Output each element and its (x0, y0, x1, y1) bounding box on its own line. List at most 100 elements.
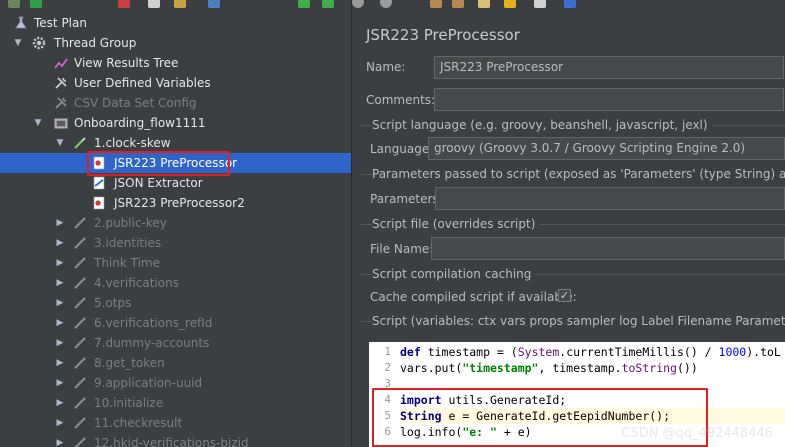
expand-arrow-icon[interactable]: ▶ (55, 313, 65, 333)
tree-item-label: 7.dummy-accounts (94, 336, 210, 350)
expand-arrow-icon[interactable]: ▶ (55, 333, 65, 353)
pipette-icon (73, 416, 87, 430)
tree-item-otps[interactable]: ▶ 5.otps (0, 293, 351, 313)
toolbar-reset-search-icon[interactable] (504, 0, 516, 8)
tree-item-label: Think Time (94, 256, 161, 270)
file-name-field[interactable] (431, 237, 785, 260)
pipette-icon (73, 356, 87, 370)
tree-item-label: View Results Tree (74, 56, 179, 70)
tree-item-public-key[interactable]: ▶ 2.public-key (0, 213, 351, 233)
pipette-icon (73, 136, 87, 150)
pipette-icon (73, 316, 87, 330)
tree-item-test-plan[interactable]: Test Plan (0, 13, 351, 33)
toolbar-clear-icon[interactable] (430, 0, 442, 8)
name-label: Name: (366, 60, 406, 74)
expand-arrow-icon[interactable]: ▶ (55, 293, 65, 313)
tree-item-label: 9.application-uuid (94, 376, 203, 390)
toolbar-expand-icon[interactable] (208, 0, 220, 8)
tree-item-get-token[interactable]: ▶ 8.get_token (0, 353, 351, 373)
tree-item-label: 10.initialize (94, 396, 164, 410)
expand-arrow-icon[interactable]: ▶ (55, 413, 65, 433)
toolbar-clear-all-icon[interactable] (452, 0, 464, 8)
watermark: CSDN @qq_492448446 (621, 426, 773, 441)
tree-item-label: 3.identities (94, 236, 162, 250)
tree-item-initialize[interactable]: ▶ 10.initialize (0, 393, 351, 413)
tree-item-label: CSV Data Set Config (74, 96, 197, 110)
toolbar-function-helper-icon[interactable] (534, 0, 546, 8)
comments-label: Comments: (366, 93, 436, 107)
tree-item-label: Test Plan (34, 16, 87, 30)
toolbar-start-no-pause-icon[interactable] (322, 0, 334, 8)
script-section: Script (variables: ctx vars props sample… (372, 314, 785, 328)
tree-item-checkresult[interactable]: ▶ 11.checkresult (0, 413, 351, 433)
tree-item-label: User Defined Variables (74, 76, 211, 90)
tree-item-dummy-accounts[interactable]: ▶ 7.dummy-accounts (0, 333, 351, 353)
code-line-2: vars.put("timestamp", timestamp.toString… (400, 361, 698, 375)
toolbar-new-icon[interactable] (8, 0, 20, 8)
parameters-section: Parameters passed to script (exposed as … (372, 167, 785, 181)
code-line-1: def timestamp = (System.currentTimeMilli… (400, 345, 781, 359)
tree-item-json-extractor[interactable]: JSON Extractor (0, 173, 351, 193)
expand-arrow-icon[interactable]: ▶ (55, 213, 65, 233)
expand-arrow-icon[interactable]: ▶ (55, 433, 65, 447)
language-select[interactable]: groovy (Groovy 3.0.7 / Groovy Scripting … (428, 137, 785, 160)
pipette-icon (73, 256, 87, 270)
expand-arrow-icon[interactable]: ▶ (55, 253, 65, 273)
pipette-icon (73, 276, 87, 290)
preprocessor-panel: JSR223 PreProcessor Name: JSR223 PreProc… (352, 10, 785, 447)
parameters-field[interactable] (435, 187, 785, 210)
line-number: 1 (384, 345, 391, 358)
collapse-arrow-icon[interactable]: ▼ (13, 33, 23, 53)
tree-item-view-results-tree[interactable]: View Results Tree (0, 53, 351, 73)
toolbar-help-icon[interactable] (564, 0, 576, 8)
toolbar-copy-icon[interactable] (148, 0, 160, 8)
pipette-icon (73, 336, 87, 350)
wrench-icon (54, 96, 68, 110)
tree-item-user-defined-variables[interactable]: User Defined Variables (0, 73, 351, 93)
flask-icon (14, 16, 28, 30)
tree-item-hkid-verifications-bizid[interactable]: ▶ 12.hkid-verifications-bizid (0, 433, 351, 447)
tree-item-verifications-refid[interactable]: ▶ 6.verifications_refId (0, 313, 351, 333)
toolbar-start-icon[interactable] (298, 0, 310, 8)
pipette-icon (73, 396, 87, 410)
expand-arrow-icon[interactable]: ▶ (55, 393, 65, 413)
cache-checkbox[interactable]: ✓ (558, 289, 571, 302)
controller-icon (54, 116, 68, 130)
tree-item-label: JSR223 PreProcessor2 (114, 196, 245, 210)
expand-arrow-icon[interactable]: ▶ (55, 273, 65, 293)
parameters-label: Parameters: (370, 192, 443, 206)
tree-item-clock-skew[interactable]: ▼ 1.clock-skew (0, 133, 351, 153)
tree-item-label: Thread Group (54, 36, 137, 50)
toolbar-search-icon[interactable] (478, 0, 490, 8)
test-plan-tree: Test Plan ▼ Thread Group View Results Tr… (0, 10, 351, 447)
selection-highlight-box (87, 151, 230, 176)
tree-item-label: 11.checkresult (94, 416, 183, 430)
expand-arrow-icon[interactable]: ▶ (55, 233, 65, 253)
pipette-icon (73, 296, 87, 310)
gear-icon (32, 36, 46, 50)
tree-item-csv-data-set-config[interactable]: CSV Data Set Config (0, 93, 351, 113)
comments-field[interactable] (434, 88, 784, 111)
toolbar-open-icon[interactable] (30, 0, 42, 8)
tree-item-label: 6.verifications_refId (94, 316, 213, 330)
script-file-section: Script file (overrides script) (372, 217, 540, 231)
toolbar-cut-icon[interactable] (118, 0, 130, 8)
expand-arrow-icon[interactable]: ▶ (55, 373, 65, 393)
collapse-arrow-icon[interactable]: ▼ (55, 133, 65, 153)
expand-arrow-icon[interactable]: ▶ (55, 353, 65, 373)
tree-item-application-uuid[interactable]: ▶ 9.application-uuid (0, 373, 351, 393)
tree-item-thread-group[interactable]: ▼ Thread Group (0, 33, 351, 53)
tree-item-think-time[interactable]: ▶ Think Time (0, 253, 351, 273)
toolbar-shutdown-icon[interactable] (380, 0, 392, 8)
collapse-arrow-icon[interactable]: ▼ (33, 113, 43, 133)
tree-item-jsr223-preprocessor2[interactable]: JSR223 PreProcessor2 (0, 193, 351, 213)
toolbar-stop-icon[interactable] (352, 0, 364, 8)
tree-item-identities[interactable]: ▶ 3.identities (0, 233, 351, 253)
tree-item-onboarding-flow[interactable]: ▼ Onboarding_flow1111 (0, 113, 351, 133)
toolbar-paste-icon[interactable] (174, 0, 186, 8)
tree-item-verifications[interactable]: ▶ 4.verifications (0, 273, 351, 293)
name-field[interactable]: JSR223 PreProcessor (434, 56, 784, 79)
tree-item-label: 8.get_token (94, 356, 165, 370)
panel-title: JSR223 PreProcessor (366, 26, 520, 44)
preprocessor-icon (92, 196, 106, 210)
